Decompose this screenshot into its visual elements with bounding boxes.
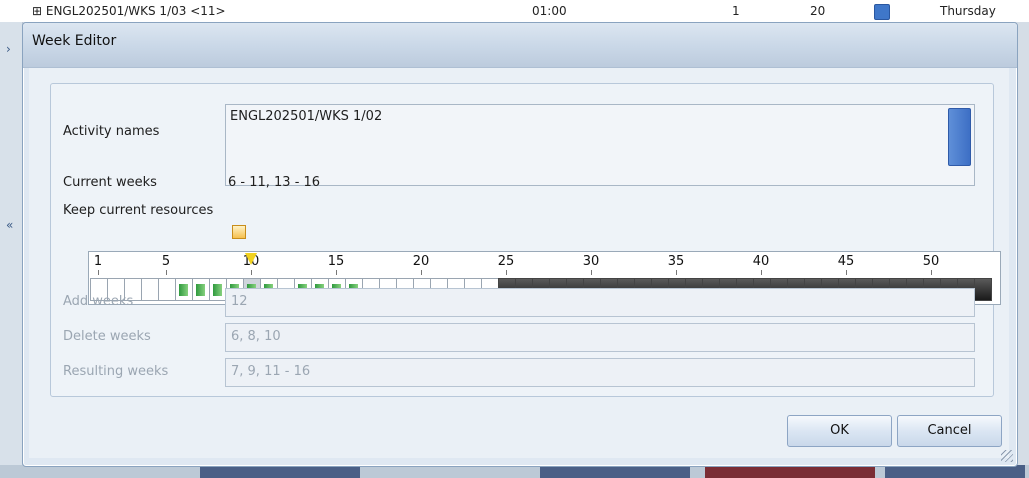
ok-button[interactable]: OK	[787, 415, 892, 447]
week-ruler-tick	[506, 270, 507, 275]
week-ruler-tick	[591, 270, 592, 275]
week-ruler-tick	[846, 270, 847, 275]
current-week-marker-icon	[245, 253, 257, 265]
delete-weeks-value: 6, 8, 10	[231, 329, 281, 344]
week-ruler-tick	[166, 270, 167, 275]
week-ruler-label: 1	[93, 254, 103, 269]
background-row-time: 01:00	[532, 4, 567, 18]
week-ruler-tick	[421, 270, 422, 275]
resulting-weeks-value: 7, 9, 11 - 16	[231, 364, 311, 379]
week-ruler-tick	[98, 270, 99, 275]
resize-grip-icon[interactable]	[1001, 450, 1013, 462]
week-ruler-label: 45	[837, 254, 855, 269]
activity-names-value: ENGL202501/WKS 1/02	[230, 109, 383, 124]
keep-resources-label: Keep current resources	[63, 203, 214, 218]
dialog-title: Week Editor	[32, 33, 117, 49]
resulting-weeks-field[interactable]: 7, 9, 11 - 16	[225, 358, 975, 387]
activity-names-scrollbar[interactable]	[948, 108, 971, 166]
cancel-button[interactable]: Cancel	[897, 415, 1002, 447]
week-ruler-label: 30	[582, 254, 600, 269]
week-cell[interactable]	[192, 278, 210, 301]
background-row-capacity: 20	[810, 4, 826, 18]
background-left-panel: › «	[0, 22, 23, 478]
week-ruler-tick	[931, 270, 932, 275]
week-cell[interactable]	[158, 278, 176, 301]
add-weeks-field[interactable]: 12	[225, 288, 975, 317]
week-ruler-tick	[251, 270, 252, 275]
week-ruler-label: 40	[752, 254, 770, 269]
week-cell	[974, 278, 992, 301]
current-weeks-label: Current weeks	[63, 175, 157, 190]
background-row-count: 1	[732, 4, 740, 18]
add-weeks-label: Add weeks	[63, 294, 134, 309]
background-double-arrow-icon: «	[6, 218, 14, 232]
week-cell[interactable]	[141, 278, 159, 301]
keep-resources-checkbox[interactable]	[232, 225, 246, 239]
week-ruler-label: 25	[497, 254, 515, 269]
week-ruler-tick	[761, 270, 762, 275]
delete-weeks-label: Delete weeks	[63, 329, 151, 344]
week-ruler-label: 5	[161, 254, 171, 269]
activity-names-field[interactable]: ENGL202501/WKS 1/02	[225, 104, 975, 186]
current-weeks-value: 6 - 11, 13 - 16	[228, 175, 321, 190]
week-ruler-tick	[336, 270, 337, 275]
background-row-name: ⊞ ENGL202501/WKS 1/03 <11>	[32, 4, 226, 18]
background-row-checkbox	[874, 4, 890, 20]
dialog-titlebar[interactable]: Week Editor	[23, 23, 1017, 68]
week-editor-dialog: Week Editor Activity names ENGL202501/WK…	[22, 22, 1018, 467]
background-table-row: ⊞ ENGL202501/WKS 1/03 <11> 01:00 1 20 Th…	[0, 0, 1029, 23]
activity-names-label: Activity names	[63, 124, 160, 139]
background-row-day: Thursday	[940, 4, 996, 18]
delete-weeks-field[interactable]: 6, 8, 10	[225, 323, 975, 352]
background-arrow-icon: ›	[6, 42, 11, 56]
week-ruler-label: 20	[412, 254, 430, 269]
week-ruler-label: 15	[327, 254, 345, 269]
week-ruler-label: 35	[667, 254, 685, 269]
week-cell[interactable]	[175, 278, 193, 301]
resulting-weeks-label: Resulting weeks	[63, 364, 169, 379]
week-ruler-tick	[676, 270, 677, 275]
week-ruler-label: 50	[922, 254, 940, 269]
add-weeks-value: 12	[231, 294, 248, 309]
